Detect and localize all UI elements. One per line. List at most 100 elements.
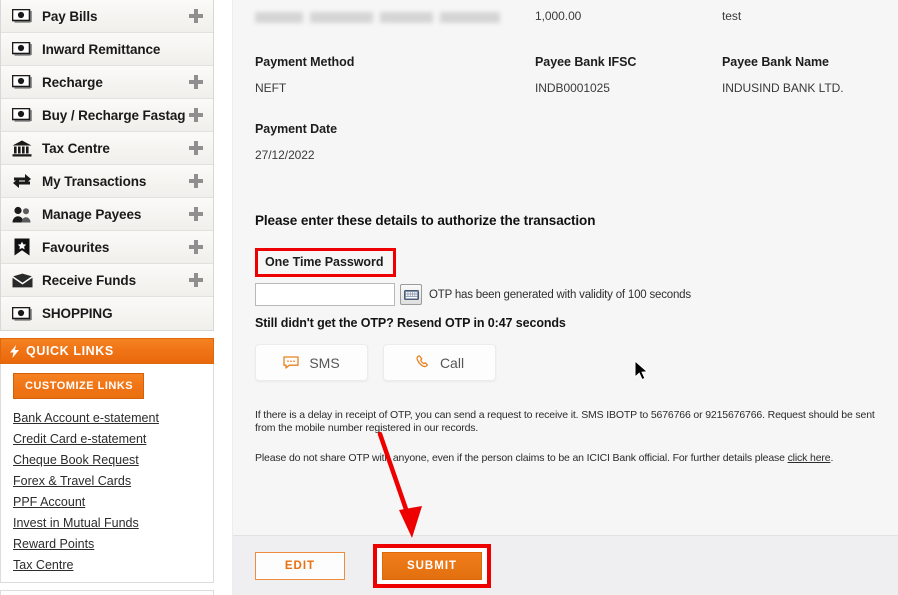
money-note-icon bbox=[10, 303, 34, 325]
speech-bubble-icon bbox=[283, 356, 299, 369]
quick-link-item[interactable]: Credit Card e-statement bbox=[13, 429, 213, 450]
summary-row-values-3: 27/12/2022 bbox=[255, 148, 876, 162]
redacted-payee-name bbox=[255, 12, 500, 24]
sidebar-item-label: Inward Remittance bbox=[42, 41, 161, 57]
sidebar-item-label: My Transactions bbox=[42, 173, 147, 189]
quick-links-body: CUSTOMIZE LINKS Bank Account e-statement… bbox=[0, 364, 214, 583]
quick-link-item[interactable]: Tax Centre bbox=[13, 555, 213, 576]
otp-input[interactable] bbox=[255, 283, 395, 306]
call-button-label: Call bbox=[439, 354, 465, 371]
transaction-confirm-panel: 1,000.00 test Payment Method Payee Bank … bbox=[233, 0, 898, 535]
otp-validity-hint: OTP has been generated with validity of … bbox=[429, 288, 691, 301]
quick-link-item[interactable]: PPF Account bbox=[13, 492, 213, 513]
sidebar-item-tax-centre[interactable]: Tax Centre bbox=[1, 132, 213, 165]
quick-link-item[interactable]: Reward Points bbox=[13, 534, 213, 555]
bank-building-icon bbox=[10, 137, 34, 159]
sidebar-item-label: Recharge bbox=[42, 74, 103, 90]
payee-bank-name-label: Payee Bank Name bbox=[722, 55, 829, 69]
sms-button[interactable]: SMS bbox=[255, 344, 368, 381]
payee-ifsc-label: Payee Bank IFSC bbox=[535, 55, 637, 69]
main-content: 1,000.00 test Payment Method Payee Bank … bbox=[232, 0, 898, 595]
sidebar-item-pay-bills[interactable]: Pay Bills bbox=[1, 0, 213, 33]
sidebar-item-buy-recharge-fastag[interactable]: Buy / Recharge Fastag bbox=[1, 99, 213, 132]
expand-plus-icon[interactable] bbox=[189, 9, 203, 23]
quick-links-header: QUICK LINKS bbox=[0, 338, 214, 364]
amount-value: 1,000.00 bbox=[535, 9, 582, 23]
sidebar-item-label: Favourites bbox=[42, 239, 110, 255]
people-icon bbox=[10, 203, 34, 225]
sidebar-nav-list: Pay Bills Inward Remittance Recharge Buy / … bbox=[0, 0, 214, 331]
payment-method-label: Payment Method bbox=[255, 55, 355, 69]
otp-security-note-text: Please do not share OTP with anyone, eve… bbox=[255, 452, 788, 464]
quick-link-item[interactable]: Bank Account e-statement bbox=[13, 408, 213, 429]
sidebar-item-label: Receive Funds bbox=[42, 272, 136, 288]
sidebar-item-receive-funds[interactable]: Receive Funds bbox=[1, 264, 213, 297]
sidebar-item-label: Tax Centre bbox=[42, 140, 110, 156]
money-note-icon bbox=[10, 38, 34, 60]
sidebar-item-label: Buy / Recharge Fastag bbox=[42, 107, 186, 123]
payment-method-value: NEFT bbox=[255, 81, 287, 95]
money-note-icon bbox=[10, 71, 34, 93]
expand-plus-icon[interactable] bbox=[189, 174, 203, 188]
money-note-icon bbox=[10, 104, 34, 126]
otp-delay-note: If there is a delay in receipt of OTP, y… bbox=[255, 409, 875, 434]
quick-links-list: Bank Account e-statement Credit Card e-st… bbox=[13, 408, 213, 576]
summary-row-values-1: 1,000.00 test bbox=[255, 0, 876, 27]
edit-button[interactable]: EDIT bbox=[255, 551, 345, 580]
sidebar-item-manage-payees[interactable]: Manage Payees bbox=[1, 198, 213, 231]
otp-delivery-options: SMS Call bbox=[255, 344, 876, 381]
phone-icon bbox=[416, 355, 428, 368]
sidebar-bottom-panel bbox=[0, 590, 214, 595]
sidebar-item-label: Manage Payees bbox=[42, 206, 142, 222]
quick-link-item[interactable]: Forex & Travel Cards bbox=[13, 471, 213, 492]
summary-row-values-2: NEFT INDB0001025 INDUSIND BANK LTD. bbox=[255, 81, 876, 95]
action-bar: EDIT SUBMIT bbox=[233, 535, 898, 595]
otp-security-note-suffix: . bbox=[830, 452, 834, 464]
customize-links-button[interactable]: CUSTOMIZE LINKS bbox=[13, 373, 145, 399]
sidebar-item-recharge[interactable]: Recharge bbox=[1, 66, 213, 99]
exchange-arrows-icon bbox=[10, 170, 34, 192]
page-root: Pay Bills Inward Remittance Recharge Buy / … bbox=[0, 0, 898, 595]
payee-name-cell bbox=[255, 9, 535, 27]
sidebar-item-favourites[interactable]: Favourites bbox=[1, 231, 213, 264]
sidebar-item-my-transactions[interactable]: My Transactions bbox=[1, 165, 213, 198]
expand-plus-icon[interactable] bbox=[189, 273, 203, 287]
virtual-keyboard-icon[interactable] bbox=[400, 284, 422, 305]
summary-row-labels-2: Payment Method Payee Bank IFSC Payee Ban… bbox=[255, 55, 876, 69]
otp-label: One Time Password bbox=[265, 255, 384, 269]
sidebar-item-inward-remittance[interactable]: Inward Remittance bbox=[1, 33, 213, 66]
expand-plus-icon[interactable] bbox=[189, 240, 203, 254]
expand-plus-icon[interactable] bbox=[189, 75, 203, 89]
expand-plus-icon[interactable] bbox=[189, 108, 203, 122]
bookmark-star-icon bbox=[10, 236, 34, 258]
sidebar-item-label: SHOPPING bbox=[42, 306, 113, 321]
envelope-icon bbox=[10, 269, 34, 291]
payment-date-label: Payment Date bbox=[255, 122, 338, 136]
lightning-bolt-icon bbox=[10, 344, 19, 358]
payee-ifsc-value: INDB0001025 bbox=[535, 81, 610, 95]
quick-links-panel: QUICK LINKS CUSTOMIZE LINKS Bank Account… bbox=[0, 338, 214, 595]
sidebar: Pay Bills Inward Remittance Recharge Buy / … bbox=[0, 0, 214, 595]
authorize-heading: Please enter these details to authorize … bbox=[255, 213, 596, 228]
sidebar-item-label: Pay Bills bbox=[42, 8, 98, 24]
quick-link-item[interactable]: Invest in Mutual Funds bbox=[13, 513, 213, 534]
otp-input-row: OTP has been generated with validity of … bbox=[255, 283, 876, 306]
quick-links-title: QUICK LINKS bbox=[26, 344, 114, 358]
quick-link-item[interactable]: Cheque Book Request bbox=[13, 450, 213, 471]
click-here-link[interactable]: click here bbox=[788, 452, 831, 464]
expand-plus-icon[interactable] bbox=[189, 207, 203, 221]
payment-date-value: 27/12/2022 bbox=[255, 148, 315, 162]
call-button[interactable]: Call bbox=[383, 344, 496, 381]
submit-button[interactable]: SUBMIT bbox=[382, 551, 482, 580]
money-note-icon bbox=[10, 5, 34, 27]
payee-bank-name-value: INDUSIND BANK LTD. bbox=[722, 81, 844, 95]
otp-security-note: Please do not share OTP with anyone, eve… bbox=[255, 452, 883, 465]
sidebar-item-shopping[interactable]: SHOPPING bbox=[1, 297, 213, 330]
summary-row-labels-3: Payment Date bbox=[255, 122, 876, 136]
otp-label-highlight-box: One Time Password bbox=[255, 248, 397, 277]
submit-button-highlight-box: SUBMIT bbox=[373, 543, 491, 588]
sms-button-label: SMS bbox=[309, 354, 340, 371]
remarks-value: test bbox=[722, 9, 742, 23]
expand-plus-icon[interactable] bbox=[189, 141, 203, 155]
resend-otp-timer: Still didn't get the OTP? Resend OTP in … bbox=[255, 316, 566, 330]
